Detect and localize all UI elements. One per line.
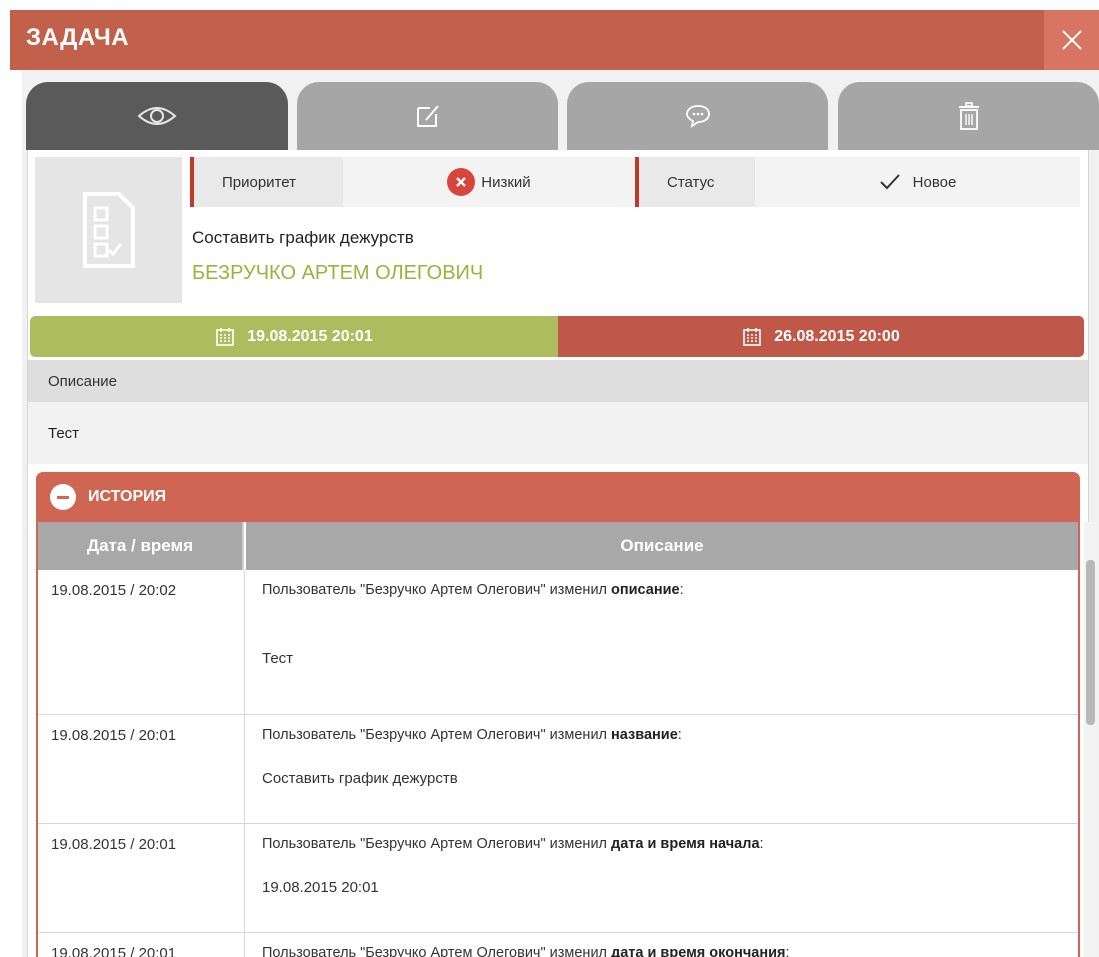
row-message: Пользователь "Безручко Артем Олегович" и… (262, 945, 790, 957)
close-icon (1061, 30, 1082, 50)
status-value[interactable]: Новое (755, 157, 1080, 207)
row-datetime: 19.08.2015 / 20:01 (38, 824, 245, 932)
column-header-description: Описание (246, 522, 1078, 570)
task-name: Составить график дежурств (192, 228, 414, 247)
title-bar: ЗАДАЧА (10, 10, 1099, 70)
start-date-text: 19.08.2015 20:01 (247, 327, 373, 345)
description-heading: Описание (28, 360, 1088, 402)
end-date-text: 26.08.2015 20:00 (774, 327, 900, 345)
row-datetime: 19.08.2015 / 20:02 (38, 570, 245, 714)
row-value: Тест (262, 650, 294, 667)
table-row: 19.08.2015 / 20:01 Пользователь "Безручк… (38, 715, 1078, 824)
calendar-icon (742, 327, 762, 347)
tab-comments[interactable] (567, 82, 828, 150)
priority-value-text: Низкий (481, 173, 531, 191)
table-row: 19.08.2015 / 20:02 Пользователь "Безручк… (38, 570, 1078, 715)
status-value-text: Новое (912, 173, 957, 191)
row-datetime: 19.08.2015 / 20:01 (38, 933, 245, 957)
history-title: ИСТОРИЯ (88, 488, 167, 505)
checkmark-icon (879, 174, 900, 190)
row-value: Составить график дежурств (262, 770, 458, 787)
tab-edit[interactable] (297, 82, 558, 150)
window-title: ЗАДАЧА (26, 24, 130, 51)
row-datetime: 19.08.2015 / 20:01 (38, 715, 245, 823)
history-scrollbar[interactable] (1084, 522, 1097, 957)
task-assignee[interactable]: БЕЗРУЧКО АРТЕМ ОЛЕГОВИЧ (192, 262, 483, 285)
task-fields-row: Приоритет Низкий Статус Новое (190, 157, 1080, 207)
column-header-datetime: Дата / время (38, 522, 244, 570)
comment-icon (685, 105, 710, 128)
tab-bar (26, 82, 1099, 150)
row-value: 19.08.2015 20:01 (262, 879, 379, 896)
table-row: 19.08.2015 / 20:01 Пользователь "Безручк… (38, 933, 1078, 957)
task-thumbnail (35, 157, 182, 303)
priority-label: Приоритет (190, 157, 343, 207)
calendar-icon (215, 327, 235, 347)
eye-icon (137, 107, 177, 125)
trash-icon (958, 102, 979, 130)
row-message: Пользователь "Безручко Артем Олегович" и… (262, 836, 764, 852)
status-label: Статус (635, 157, 755, 207)
history-header[interactable]: ИСТОРИЯ (36, 472, 1080, 522)
row-message: Пользователь "Безручко Артем Олегович" и… (262, 727, 682, 743)
tab-delete[interactable] (838, 82, 1099, 150)
collapse-icon[interactable] (50, 484, 76, 510)
description-text: Тест (28, 402, 1088, 464)
tab-view[interactable] (26, 82, 288, 150)
close-button[interactable] (1044, 10, 1099, 70)
row-message: Пользователь "Безручко Артем Олегович" и… (262, 582, 684, 598)
priority-low-icon (447, 168, 476, 196)
scrollbar-thumb[interactable] (1086, 560, 1095, 725)
start-date[interactable]: 19.08.2015 20:01 (30, 316, 558, 357)
edit-icon (416, 105, 439, 127)
date-range: 19.08.2015 20:01 26.08.2015 20:00 (30, 316, 1084, 357)
table-row: 19.08.2015 / 20:01 Пользователь "Безручк… (38, 824, 1078, 933)
checklist-document-icon (82, 192, 135, 268)
priority-value[interactable]: Низкий (343, 157, 635, 207)
history-table: Дата / время Описание 19.08.2015 / 20:02… (36, 522, 1080, 957)
end-date[interactable]: 26.08.2015 20:00 (558, 316, 1084, 357)
